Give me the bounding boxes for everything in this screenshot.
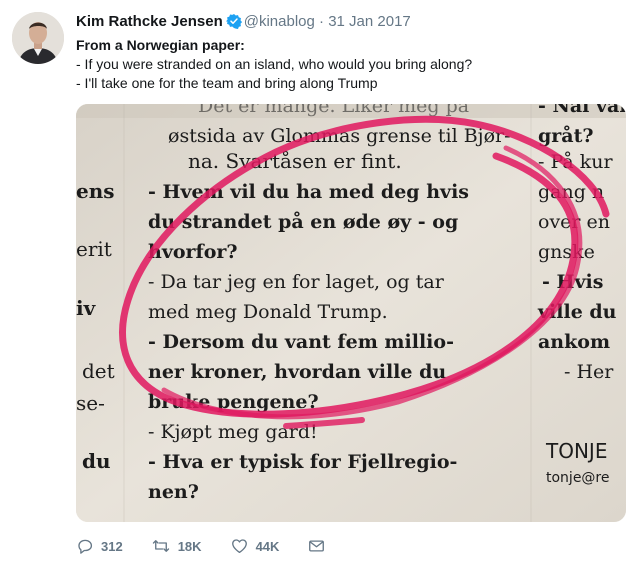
clip-center-line: na. Svartåsen er fint. (188, 149, 402, 173)
clip-center-line: med meg Donald Trump. (148, 301, 388, 323)
clip-center-line: Det er mange. Liker meg på (198, 104, 469, 117)
clip-byline-name: TONJE (545, 439, 607, 463)
clip-center-line: ner kroner, hvordan ville du (148, 361, 446, 383)
tweet-line: - If you were stranded on an island, who… (76, 56, 473, 72)
clip-center-line: - Hva er typisk for Fjellregio- (148, 451, 457, 473)
clip-left-line: det (82, 359, 115, 383)
like-count: 44K (255, 538, 280, 554)
clip-left-line: du (82, 449, 111, 473)
clip-left-line: erit (76, 237, 112, 261)
clip-center-line: nen? (148, 481, 199, 503)
clip-right-line: - Nai vai (538, 104, 626, 117)
clip-byline-email: tonje@re (546, 470, 610, 486)
tweet-date[interactable]: 31 Jan 2017 (328, 13, 411, 30)
retweet-count: 18K (177, 538, 202, 554)
retweet-button[interactable]: 18K (151, 537, 202, 555)
clip-right-line: gnske (538, 241, 595, 263)
avatar-portrait (12, 12, 64, 64)
clip-left-line: se- (76, 391, 105, 415)
tweet-actions: 312 18K 44K (76, 534, 361, 558)
clip-center-line: - Hvem vil du ha med deg hvis (148, 181, 469, 203)
author-name[interactable]: Kim Rathcke Jensen (76, 13, 223, 30)
tweet-header: Kim Rathcke Jensen @kinablog · 31 Jan 201… (76, 12, 411, 35)
tweet: Kim Rathcke Jensen @kinablog · 31 Jan 201… (0, 0, 640, 567)
clip-center-line: - Da tar jeg en for laget, og tar (148, 271, 445, 293)
verified-badge-icon (225, 13, 242, 35)
like-icon (231, 539, 247, 554)
newspaper-clipping: ens erit iv det se- du Det er mange. Lik… (76, 104, 626, 522)
clip-left-line: iv (76, 296, 97, 320)
clip-left-line: ens (76, 179, 115, 203)
tweet-line: - I'll take one for the team and bring a… (76, 75, 378, 91)
clip-right-line: - Her (564, 361, 614, 383)
reply-icon (78, 539, 93, 554)
retweet-icon (152, 540, 169, 552)
tweet-line: From a Norwegian paper: (76, 37, 245, 53)
direct-message-button[interactable] (307, 537, 333, 555)
reply-count: 312 (101, 538, 123, 554)
avatar[interactable] (12, 12, 64, 64)
author-handle[interactable]: @kinablog (244, 13, 315, 30)
clip-center-line: - Dersom du vant fem millio- (148, 331, 454, 353)
tweet-text: From a Norwegian paper: - If you were st… (76, 36, 624, 93)
message-icon (309, 540, 325, 552)
clip-center-line: du strandet på en øde øy - og (148, 210, 458, 233)
reply-button[interactable]: 312 (76, 537, 123, 555)
header-separator: · (319, 13, 325, 30)
clip-right-line: ankom (538, 331, 610, 353)
clip-right-line: gråt? (538, 124, 594, 147)
tweet-photo[interactable]: ens erit iv det se- du Det er mange. Lik… (76, 104, 626, 522)
like-button[interactable]: 44K (230, 537, 280, 555)
